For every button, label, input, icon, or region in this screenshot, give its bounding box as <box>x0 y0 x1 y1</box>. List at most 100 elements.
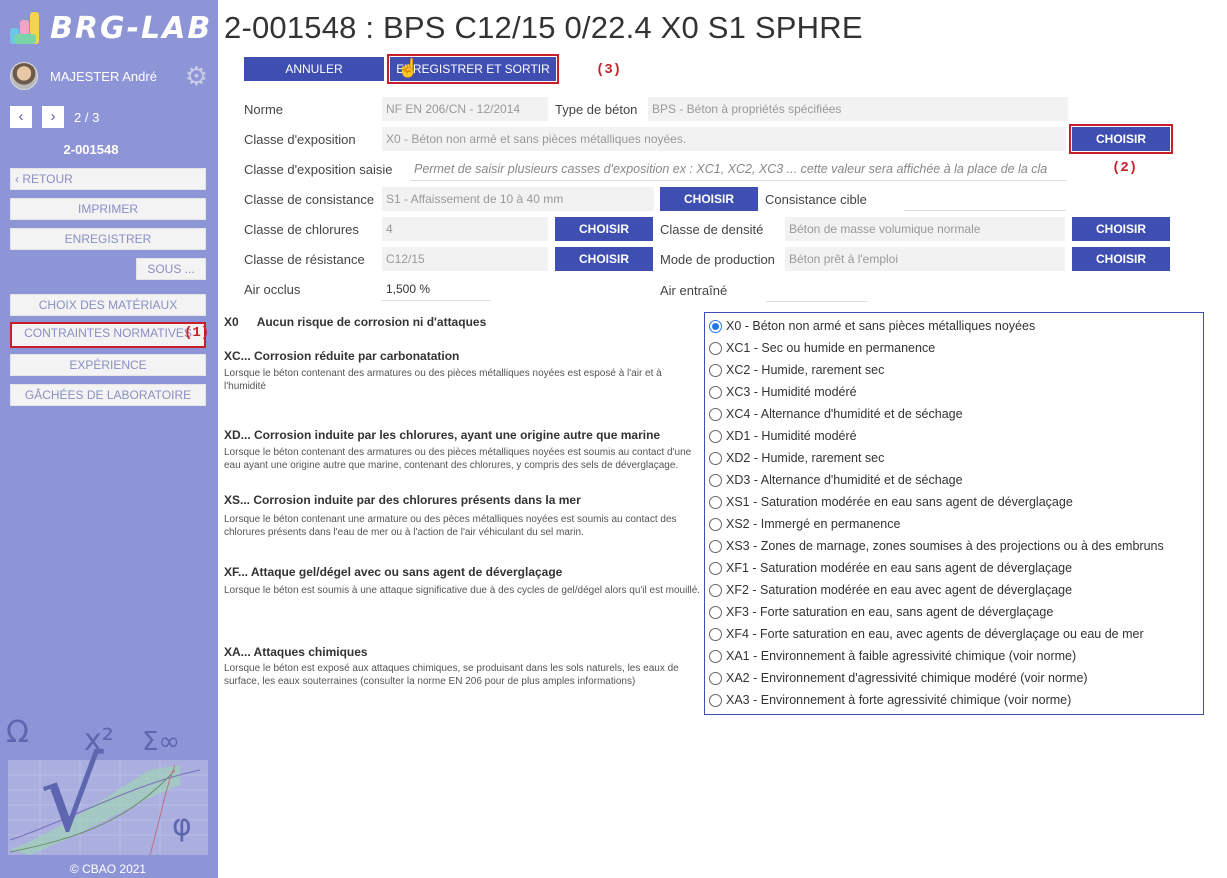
nav-gachees-laboratoire[interactable]: GÂCHÉES DE LABORATOIRE <box>10 384 206 406</box>
classe-chlorures-label: Classe de chlorures <box>244 222 359 237</box>
choisir-chlorures-button[interactable]: CHOISIR <box>555 217 653 241</box>
radio-label: XD1 - Humidité modéré <box>726 429 857 443</box>
nav-contraintes-normatives[interactable]: CONTRAINTES NORMATIVES <box>10 322 206 348</box>
radio-option[interactable]: X0 - Béton non armé et sans pièces métal… <box>705 315 1203 337</box>
radio-label: X0 - Béton non armé et sans pièces métal… <box>726 319 1036 333</box>
air-entraine-input[interactable] <box>766 278 868 302</box>
nav-choix-materiaux[interactable]: CHOIX DES MATÉRIAUX <box>10 294 206 316</box>
radio-label: XA2 - Environnement d'agressivité chimiq… <box>726 671 1088 685</box>
xa-description: Lorsque le béton est exposé aux attaques… <box>224 663 679 687</box>
radio-option[interactable]: XD2 - Humide, rarement sec <box>705 447 1203 469</box>
radio-button[interactable] <box>709 539 722 553</box>
radio-button[interactable] <box>709 583 722 597</box>
gear-icon[interactable]: ⚙ <box>185 62 208 90</box>
radio-label: XF3 - Forte saturation en eau, sans agen… <box>726 605 1054 619</box>
radio-button[interactable] <box>709 363 722 377</box>
page-title: 2-001548 : BPS C12/15 0/22.4 X0 S1 SPHRE <box>224 10 863 45</box>
radio-button[interactable] <box>709 319 722 333</box>
hand-cursor-icon: ☝ <box>397 58 420 78</box>
radio-label: XD2 - Humide, rarement sec <box>726 451 885 465</box>
radio-button[interactable] <box>709 649 722 663</box>
classe-resistance-label: Classe de résistance <box>244 252 365 267</box>
radio-option[interactable]: XF3 - Forte saturation en eau, sans agen… <box>705 601 1203 623</box>
exposition-radio-list: X0 - Béton non armé et sans pièces métal… <box>704 312 1204 715</box>
air-entraine-label: Air entraîné <box>660 283 728 298</box>
radio-option[interactable]: XA1 - Environnement à faible agressivité… <box>705 645 1203 667</box>
record-id: 2-001548 <box>63 142 119 157</box>
copyright: © CBAO 2021 <box>69 862 147 876</box>
radio-label: XC4 - Alternance d'humidité et de séchag… <box>726 407 963 421</box>
pager-count: 2 / 3 <box>74 109 100 125</box>
radio-option[interactable]: XC3 - Humidité modéré <box>705 381 1203 403</box>
radio-button[interactable] <box>709 627 722 641</box>
enregistrer-button[interactable]: ENREGISTRER <box>10 228 206 250</box>
radio-button[interactable] <box>709 495 722 509</box>
radio-option[interactable]: XA2 - Environnement d'agressivité chimiq… <box>705 667 1203 689</box>
air-occlus-input[interactable]: 1,500 % <box>382 277 490 301</box>
xd-description: Lorsque le béton contenant des armatures… <box>224 447 692 471</box>
user-name: MAJESTER André <box>50 68 157 84</box>
sigma-infinity-symbol: Σ∞ <box>142 727 180 757</box>
radio-button[interactable] <box>709 561 722 575</box>
retour-label: RETOUR <box>22 172 73 186</box>
classe-consistance-field: S1 - Affaissement de 10 à 40 mm <box>382 187 654 211</box>
norme-field: NF EN 206/CN - 12/2014 <box>382 97 548 121</box>
radio-option[interactable]: XD1 - Humidité modéré <box>705 425 1203 447</box>
radio-button[interactable] <box>709 605 722 619</box>
radio-button[interactable] <box>709 341 722 355</box>
next-record-button[interactable]: › <box>42 106 64 128</box>
radio-button[interactable] <box>709 671 722 685</box>
radio-button[interactable] <box>709 407 722 421</box>
radio-label: XF1 - Saturation modérée en eau sans age… <box>726 561 1073 575</box>
choisir-densite-button[interactable]: CHOISIR <box>1072 217 1170 241</box>
choisir-resistance-button[interactable]: CHOISIR <box>555 247 653 271</box>
x-squared-symbol: x² <box>84 723 114 758</box>
choisir-production-button[interactable]: CHOISIR <box>1072 247 1170 271</box>
radio-option[interactable]: XF2 - Saturation modérée en eau avec age… <box>705 579 1203 601</box>
radio-label: XS2 - Immergé en permanence <box>726 517 901 531</box>
radio-option[interactable]: XS3 - Zones de marnage, zones soumises à… <box>705 535 1203 557</box>
radio-option[interactable]: XC2 - Humide, rarement sec <box>705 359 1203 381</box>
sidebar: BRG-LAB MAJESTER André ⚙ ‹ › 2 / 3 2-001… <box>0 0 218 878</box>
radio-label: XD3 - Alternance d'humidité et de séchag… <box>726 473 963 487</box>
avatar[interactable] <box>10 62 38 90</box>
radio-button[interactable] <box>709 517 722 531</box>
nav-contraintes-label: CONTRAINTES NORMATIVES <box>24 326 192 340</box>
logo-text: BRG-LAB <box>50 10 213 46</box>
x0-text: Aucun risque de corrosion ni d'attaques <box>256 315 487 329</box>
radio-option[interactable]: XC4 - Alternance d'humidité et de séchag… <box>705 403 1203 425</box>
app-logo[interactable]: BRG-LAB <box>8 10 212 46</box>
previous-record-button[interactable]: ‹ <box>10 106 32 128</box>
radio-button[interactable] <box>709 385 722 399</box>
annotation-1: (1) <box>184 325 210 341</box>
imprimer-button[interactable]: IMPRIMER <box>10 198 206 220</box>
xs-description: Lorsque le béton contenant une armature … <box>224 514 677 538</box>
radio-option[interactable]: XS1 - Saturation modérée en eau sans age… <box>705 491 1203 513</box>
radio-option[interactable]: XD3 - Alternance d'humidité et de séchag… <box>705 469 1203 491</box>
radio-option[interactable]: XA3 - Environnement à forte agressivité … <box>705 689 1203 711</box>
consistance-cible-input[interactable] <box>904 187 1066 211</box>
retour-button[interactable]: ‹ RETOUR <box>10 168 206 190</box>
radio-button[interactable] <box>709 429 722 443</box>
air-occlus-label: Air occlus <box>244 282 301 297</box>
sous-button[interactable]: SOUS ... <box>136 258 206 280</box>
radio-option[interactable]: XC1 - Sec ou humide en permanence <box>705 337 1203 359</box>
annotation-2: (2) <box>1112 160 1138 176</box>
radio-option[interactable]: XS2 - Immergé en permanence <box>705 513 1203 535</box>
chevron-left-icon: ‹ <box>15 172 19 186</box>
classe-exposition-label: Classe d'exposition <box>244 132 356 147</box>
x0-code: X0 <box>224 315 239 329</box>
choisir-exposition-button[interactable]: CHOISIR <box>1069 124 1173 154</box>
radio-button[interactable] <box>709 693 722 707</box>
radio-label: XS3 - Zones de marnage, zones soumises à… <box>726 539 1164 553</box>
consistance-cible-label: Consistance cible <box>765 192 867 207</box>
xc-description: Lorsque le béton contenant des armatures… <box>224 368 662 392</box>
classe-exposition-saisie-input[interactable]: Permet de saisir plusieurs casses d'expo… <box>410 157 1066 181</box>
radio-button[interactable] <box>709 473 722 487</box>
radio-button[interactable] <box>709 451 722 465</box>
radio-option[interactable]: XF4 - Forte saturation en eau, avec agen… <box>705 623 1203 645</box>
choisir-consistance-button[interactable]: CHOISIR <box>660 187 758 211</box>
radio-option[interactable]: XF1 - Saturation modérée en eau sans age… <box>705 557 1203 579</box>
nav-experience[interactable]: EXPÉRIENCE <box>10 354 206 376</box>
annuler-button[interactable]: ANNULER <box>244 57 384 81</box>
